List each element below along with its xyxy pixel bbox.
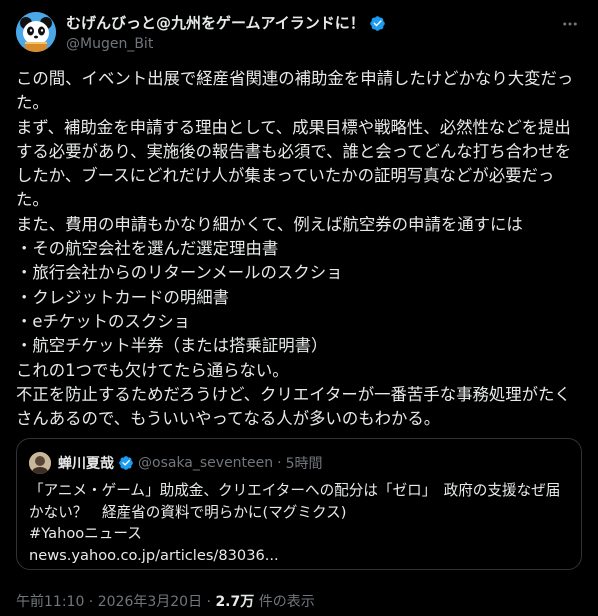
tweet-meta: 午前11:10 · 2026年3月20日 · 2.7万 件の表示: [16, 591, 315, 611]
more-horizontal-icon: [563, 22, 577, 26]
panda-avatar-icon: [16, 12, 56, 52]
verified-badge-icon: [119, 456, 133, 470]
quoted-avatar: [29, 452, 51, 474]
quoted-handle: @osaka_seventeen: [138, 455, 274, 471]
quoted-display-name: 蝉川夏哉: [58, 456, 114, 472]
post-time[interactable]: 午前11:10: [16, 594, 84, 610]
view-count-label: 件の表示: [254, 594, 315, 610]
post-date[interactable]: 2026年3月20日: [98, 594, 202, 610]
tweet-header: むげんびっと@九州をゲームアイランドに！ @Mugen_Bit: [16, 12, 582, 60]
view-count: 2.7万: [215, 594, 255, 610]
person-avatar-icon: [29, 452, 51, 474]
quoted-tweet-header: 蝉川夏哉 @osaka_seventeen · 5時間: [29, 452, 323, 474]
author-names: むげんびっと@九州をゲームアイランドに！ @Mugen_Bit: [66, 13, 386, 54]
tweet-text: この間、イベント出展で経産省関連の補助金を申請したけどかなり大変だった。 まず、…: [16, 69, 574, 429]
quoted-tweet[interactable]: 蝉川夏哉 @osaka_seventeen · 5時間 「アニメ・ゲーム」助成金…: [16, 438, 582, 570]
quoted-text: 「アニメ・ゲーム」助成金、クリエイターへの配分は「ゼロ」 政府の支援なぜ届かない…: [29, 482, 561, 564]
quoted-separator: ·: [277, 455, 282, 471]
more-options-button[interactable]: [558, 12, 582, 36]
avatar[interactable]: [16, 12, 56, 52]
quoted-time: 5時間: [285, 456, 323, 472]
meta-separator: ·: [84, 594, 98, 610]
verified-badge-icon: [370, 15, 385, 31]
display-name-text[interactable]: むげんびっと@九州をゲームアイランドに！: [66, 13, 365, 33]
display-name[interactable]: むげんびっと@九州をゲームアイランドに！: [66, 13, 386, 33]
author-handle[interactable]: @Mugen_Bit: [66, 34, 386, 54]
meta-separator: ·: [202, 594, 216, 610]
